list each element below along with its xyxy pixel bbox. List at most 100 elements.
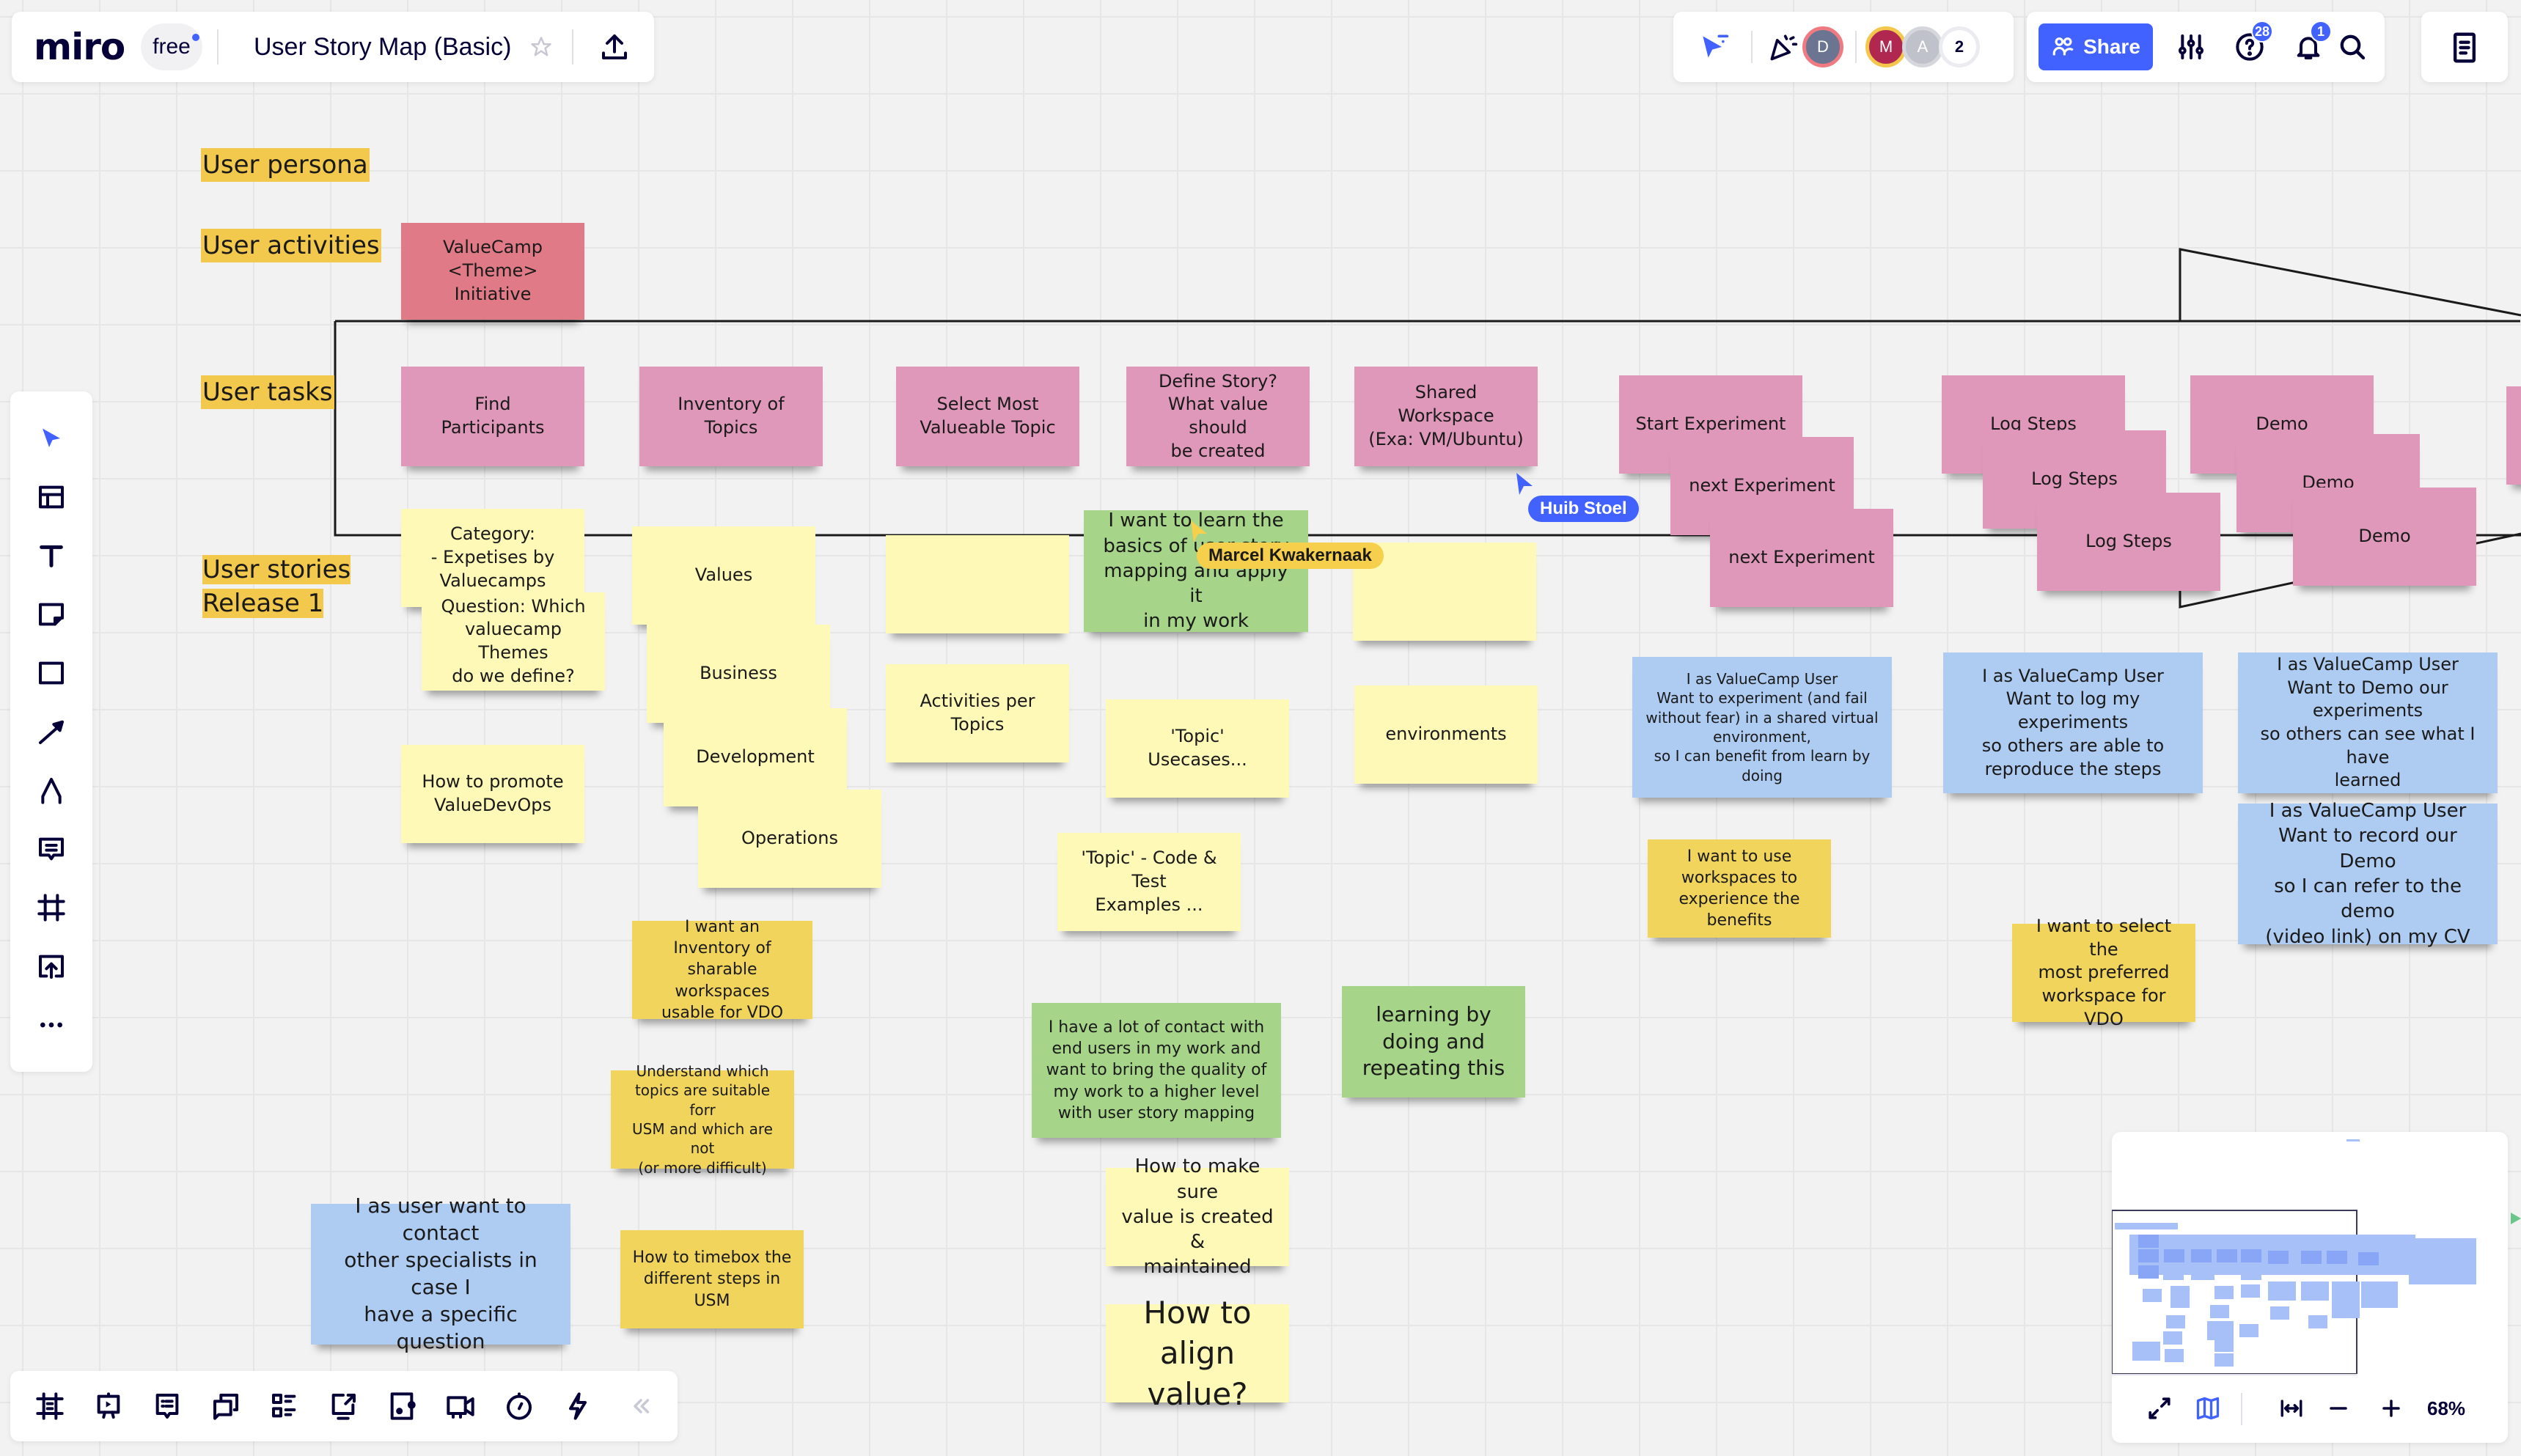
export-upload-icon[interactable]: [594, 26, 635, 67]
sticky-task[interactable]: Shared Workspace (Exa: VM/Ubuntu): [1354, 367, 1538, 466]
collapse-chevrons-icon[interactable]: [623, 1386, 658, 1427]
text-tool-icon[interactable]: [31, 535, 72, 576]
sticky-story[interactable]: I have a lot of contact with end users i…: [1032, 1003, 1281, 1138]
row-label-stories[interactable]: User stories Release 1: [201, 519, 352, 620]
collaboration-panel: D M A 2: [1673, 12, 2014, 82]
row-label-tasks[interactable]: User tasks: [201, 375, 334, 409]
left-toolbar: [10, 391, 92, 1072]
document-list-icon[interactable]: [2445, 28, 2484, 67]
minimap-canvas[interactable]: [2112, 1132, 2508, 1374]
sticky-task[interactable]: Select Most Valueable Topic: [896, 367, 1079, 466]
zoom-in-icon[interactable]: [2373, 1390, 2410, 1427]
sticky-task-offscreen[interactable]: [2506, 386, 2521, 485]
sticky-story[interactable]: learning by doing and repeating this: [1342, 986, 1525, 1097]
cursor-huib-icon: [1516, 473, 1533, 495]
zoom-out-icon[interactable]: [2320, 1390, 2357, 1427]
cursor-label-marcel: Marcel Kwakernaak: [1197, 543, 1384, 569]
fullscreen-expand-icon[interactable]: [2141, 1390, 2178, 1427]
sticky-story[interactable]: 'Topic' - Code & Test Examples ...: [1057, 833, 1241, 931]
board-title[interactable]: User Story Map (Basic): [254, 32, 511, 62]
select-tool-icon[interactable]: [31, 418, 72, 459]
sticky-story[interactable]: How to make sure value is created & main…: [1106, 1155, 1289, 1278]
sticky-story[interactable]: Question: Which valuecamp Themes do we d…: [422, 592, 605, 691]
sticky-story[interactable]: I want to use workspaces to experience t…: [1648, 839, 1831, 938]
users-icon: [2052, 37, 2074, 56]
sticky-story[interactable]: Understand which topics are suitable for…: [611, 1062, 794, 1177]
row-label-persona[interactable]: User persona: [201, 148, 370, 182]
sticky-story[interactable]: I want to select the most preferred work…: [2012, 916, 2195, 1029]
minimap-marker-icon: [2511, 1213, 2521, 1224]
minimap-toggle-icon[interactable]: [2190, 1390, 2226, 1427]
templates-tool-icon[interactable]: [31, 477, 72, 518]
board-header-panel: miro free User Story Map (Basic): [12, 12, 654, 82]
sticky-story[interactable]: 'Topic' Usecases...: [1106, 699, 1289, 798]
row-label-stories-text: User stories Release 1: [202, 555, 351, 618]
timer-icon[interactable]: [499, 1386, 540, 1427]
sticky-note-tool-icon[interactable]: [31, 594, 72, 635]
comment-tool-icon[interactable]: [31, 828, 72, 869]
sticky-story[interactable]: Operations: [698, 790, 881, 888]
more-tools-icon[interactable]: [31, 1004, 72, 1045]
plan-badge-label: free: [153, 34, 191, 59]
sticky-story[interactable]: How to promote ValueDevOps: [401, 745, 584, 843]
sticky-story[interactable]: I as ValueCamp User Want to Demo our exp…: [2238, 652, 2498, 793]
board-menu-panel: [2421, 12, 2508, 82]
sticky-task[interactable]: next Experiment: [1710, 509, 1893, 607]
search-icon[interactable]: [2333, 28, 2371, 66]
sticky-story[interactable]: How to align value?: [1106, 1295, 1289, 1412]
avatar[interactable]: A: [1902, 26, 1943, 67]
sticky-story[interactable]: I as ValueCamp User Want to log my exper…: [1943, 652, 2203, 793]
miro-logo[interactable]: miro: [34, 25, 125, 69]
connection-arrow-tool-icon[interactable]: [31, 711, 72, 752]
plan-badge[interactable]: free: [141, 23, 202, 70]
sticky-task[interactable]: Inventory of Topics: [639, 367, 823, 466]
celebrate-icon[interactable]: [1763, 28, 1802, 66]
help-badge: 28: [2251, 21, 2273, 43]
chat-icon[interactable]: [205, 1386, 246, 1427]
presentation-icon[interactable]: [88, 1386, 129, 1427]
notifications-badge: 1: [2310, 21, 2332, 43]
sticky-capture-icon[interactable]: [381, 1386, 422, 1427]
sticky-story[interactable]: How to timebox the different steps in US…: [620, 1230, 804, 1328]
screen-share-icon[interactable]: [323, 1386, 364, 1427]
follow-cursor-icon[interactable]: [1695, 28, 1732, 66]
top-right-tools-panel: Share 28 1: [2027, 12, 2385, 82]
plan-dot-icon: [192, 34, 199, 41]
sticky-story[interactable]: I as ValueCamp User Want to experiment (…: [1632, 657, 1892, 798]
shape-tool-icon[interactable]: [31, 652, 72, 694]
lightning-icon[interactable]: [557, 1386, 598, 1427]
bottom-toolbar: [10, 1371, 678, 1441]
sticky-task[interactable]: Define Story? What value should be creat…: [1126, 367, 1310, 466]
star-icon[interactable]: [526, 32, 556, 62]
frame-tool-icon[interactable]: [31, 887, 72, 928]
cursor-label-huib: Huib Stoel: [1528, 496, 1639, 522]
sticky-story[interactable]: I as ValueCamp User Want to record our D…: [2238, 800, 2498, 948]
upload-tool-icon[interactable]: [31, 946, 72, 987]
sticky-task[interactable]: Find Participants: [401, 367, 584, 466]
row-label-activities[interactable]: User activities: [201, 229, 381, 262]
share-button[interactable]: Share: [2039, 23, 2153, 70]
sticky-story[interactable]: I as user want to contact other speciali…: [311, 1194, 570, 1353]
card-list-icon[interactable]: [264, 1386, 305, 1427]
avatar[interactable]: M: [1865, 26, 1907, 67]
sticky-story-empty[interactable]: [886, 535, 1069, 633]
comments-list-icon[interactable]: [147, 1386, 188, 1427]
video-chat-icon[interactable]: [440, 1386, 481, 1427]
settings-sliders-icon[interactable]: [2172, 28, 2210, 66]
sticky-story[interactable]: environments: [1354, 685, 1538, 784]
sticky-activity[interactable]: ValueCamp <Theme> Initiative: [401, 223, 584, 320]
sticky-story[interactable]: Activities per Topics: [886, 664, 1069, 762]
cursor-marcel-icon: [1191, 521, 1207, 543]
sticky-task[interactable]: Log Steps: [2037, 493, 2220, 591]
sticky-task[interactable]: Demo: [2293, 488, 2476, 586]
more-collaborators-count[interactable]: 2: [1939, 26, 1980, 67]
fit-to-screen-icon[interactable]: [2273, 1390, 2310, 1427]
minimap-panel: 68%: [2112, 1132, 2508, 1443]
sticky-story[interactable]: I want an Inventory of sharable workspac…: [632, 918, 812, 1022]
share-label: Share: [2083, 35, 2140, 58]
avatar[interactable]: D: [1802, 26, 1843, 67]
zoom-level[interactable]: 68%: [2427, 1396, 2465, 1421]
frames-panel-icon[interactable]: [29, 1386, 70, 1427]
pen-tool-icon[interactable]: [31, 770, 72, 811]
sticky-story[interactable]: Values: [632, 526, 815, 625]
